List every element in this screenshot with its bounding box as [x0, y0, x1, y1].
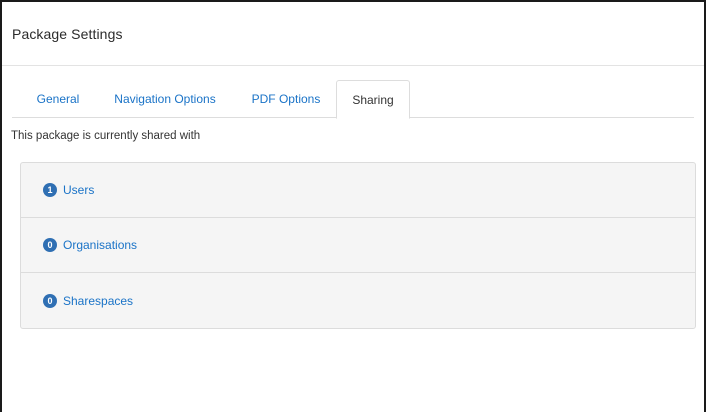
share-row-users[interactable]: 1 Users: [21, 163, 695, 218]
tab-general[interactable]: General: [26, 80, 90, 118]
dialog-header: Package Settings: [2, 2, 704, 66]
sharing-intro-text: This package is currently shared with: [11, 130, 201, 142]
dialog-title: Package Settings: [12, 25, 123, 42]
sharespaces-link[interactable]: Sharespaces: [63, 294, 133, 308]
package-settings-dialog: Package Settings General Navigation Opti…: [0, 0, 706, 412]
share-row-sharespaces[interactable]: 0 Sharespaces: [21, 273, 695, 328]
sharespaces-count-badge: 0: [43, 293, 57, 308]
organisations-link[interactable]: Organisations: [63, 238, 137, 252]
users-link[interactable]: Users: [63, 183, 94, 197]
tab-pdf-options[interactable]: PDF Options: [238, 80, 334, 118]
tab-bar: General Navigation Options PDF Options S…: [12, 66, 694, 119]
tab-sharing[interactable]: Sharing: [336, 80, 410, 119]
share-row-organisations[interactable]: 0 Organisations: [21, 218, 695, 273]
users-count-badge: 1: [43, 183, 57, 197]
tab-navigation-options[interactable]: Navigation Options: [102, 80, 228, 118]
organisations-count-badge: 0: [43, 238, 57, 252]
sharing-list: 1 Users 0 Organisations 0 Sharespaces: [20, 162, 696, 329]
